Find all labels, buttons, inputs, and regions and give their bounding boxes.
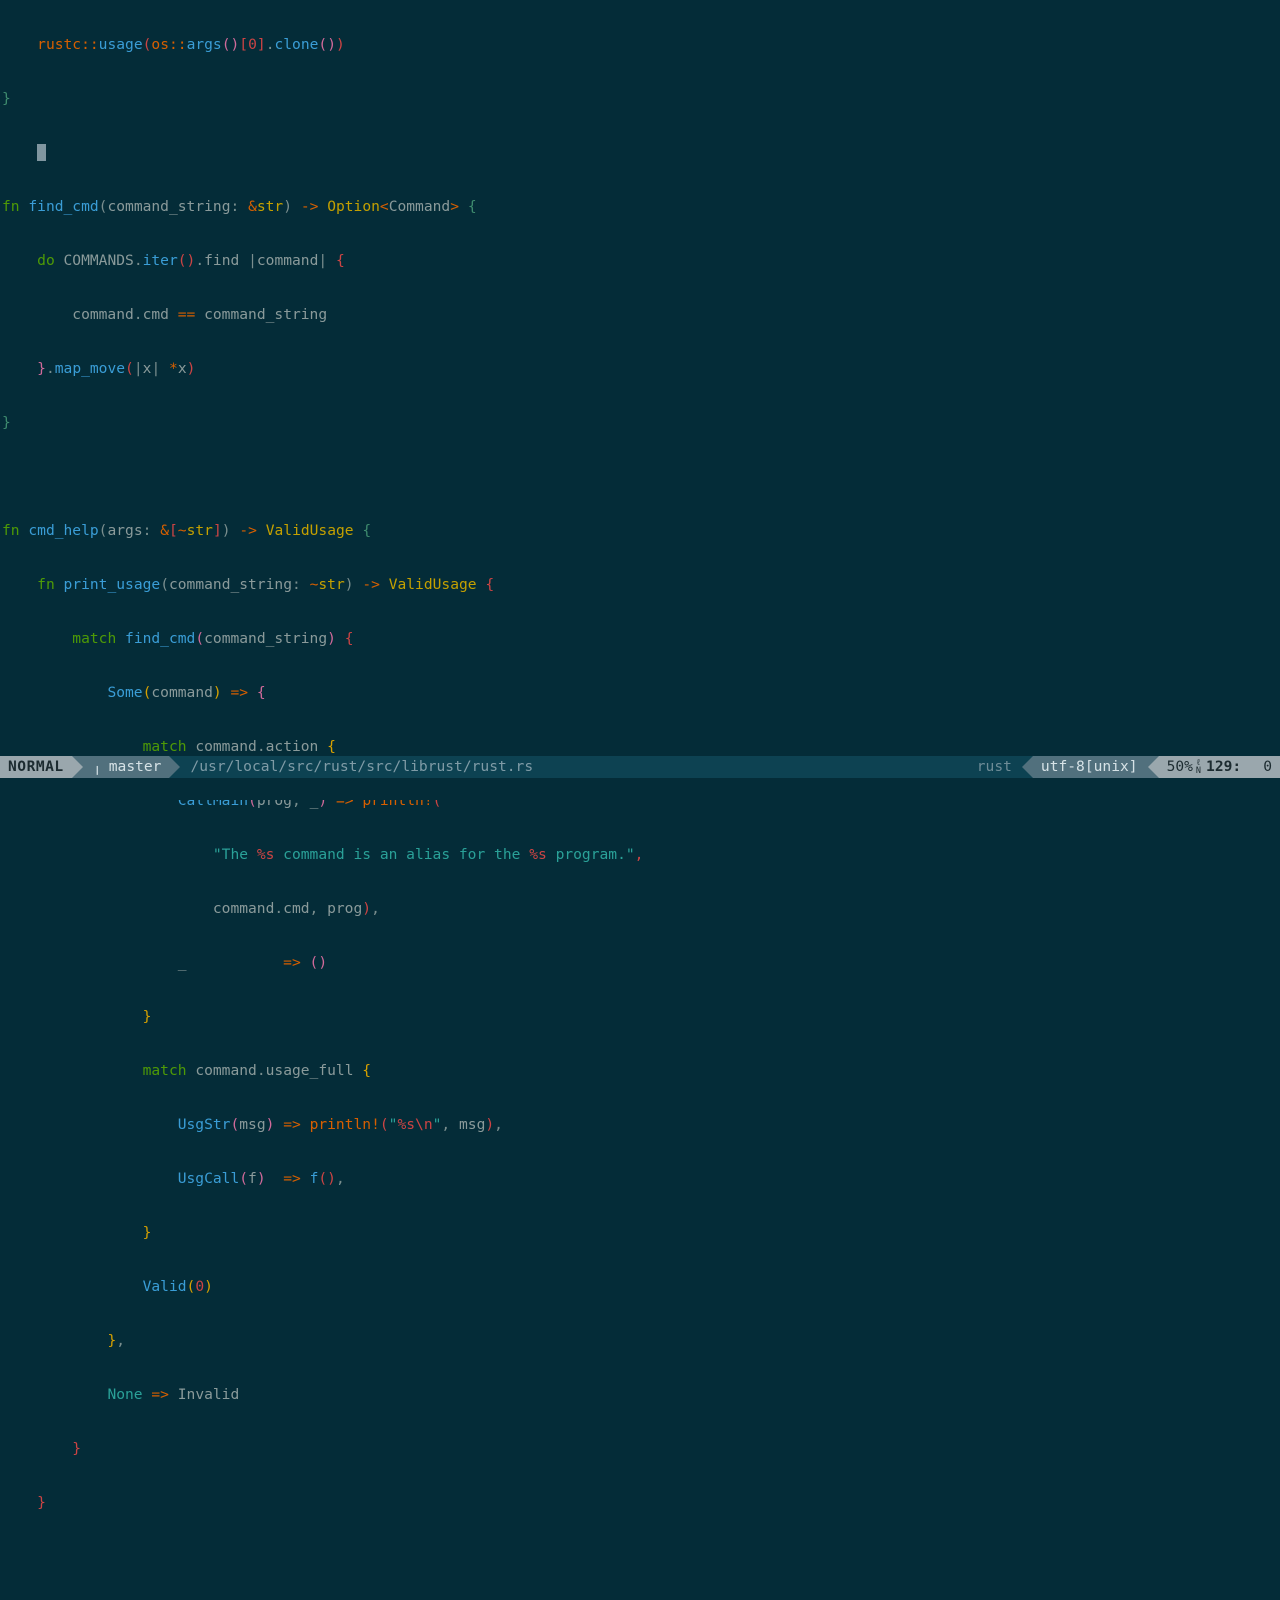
powerline-arrow-left-icon <box>1020 756 1033 778</box>
code-line: }.map_move(|x| *x) <box>0 360 1280 378</box>
status-filepath: /usr/local/src/rust/src/librust/rust.rs <box>182 756 541 778</box>
code-line: _ => () <box>0 954 1280 972</box>
status-percent-label: 50% <box>1167 756 1193 778</box>
airline-status-bar: NORMAL ╷ master /usr/local/src/rust/src/… <box>0 756 1280 778</box>
code-line: rustc::usage(os::args()[0].clone()) <box>0 36 1280 54</box>
code-line-cursor <box>0 144 1280 162</box>
git-branch-icon: ╷ <box>93 755 102 777</box>
code-line: } <box>0 1224 1280 1242</box>
code-line: } <box>0 414 1280 432</box>
code-line: fn find_cmd(command_string: &str) -> Opt… <box>0 198 1280 216</box>
code-line: }, <box>0 1332 1280 1350</box>
powerline-arrow-icon <box>72 756 85 778</box>
code-line: do COMMANDS.iter().find |command| { <box>0 252 1280 270</box>
code-line: fn cmd_help(args: &[~str]) -> ValidUsage… <box>0 522 1280 540</box>
status-column-label: 0 <box>1263 756 1272 778</box>
line-number-icon: ℓN <box>1196 759 1201 775</box>
code-line: } <box>0 1494 1280 1512</box>
code-line: command.cmd == command_string <box>0 306 1280 324</box>
status-branch-label: master <box>109 756 162 778</box>
status-encoding: utf-8[unix] <box>1033 756 1146 778</box>
code-line: match find_cmd(command_string) { <box>0 630 1280 648</box>
code-line: match command.usage_full { <box>0 1062 1280 1080</box>
editor-buffer[interactable]: rustc::usage(os::args()[0].clone()) } fn… <box>0 0 1280 756</box>
status-line-label: 129: <box>1206 756 1241 778</box>
code-line: UsgCall(f) => f(), <box>0 1170 1280 1188</box>
code-line: Valid(0) <box>0 1278 1280 1296</box>
code-line: None => Invalid <box>0 1386 1280 1404</box>
status-mode-label: NORMAL <box>8 756 64 778</box>
status-filepath-label: /usr/local/src/rust/src/librust/rust.rs <box>190 756 533 778</box>
status-position: 50% ℓN 129: 0 <box>1159 756 1280 778</box>
status-encoding-label: utf-8[unix] <box>1041 756 1138 778</box>
code-line: Some(command) => { <box>0 684 1280 702</box>
powerline-arrow-left-icon <box>1146 756 1159 778</box>
code-line: match command.action { <box>0 738 1280 756</box>
status-filetype: rust <box>969 756 1020 778</box>
code-line <box>0 468 1280 486</box>
text-cursor <box>37 144 46 161</box>
code-line <box>0 1548 1280 1566</box>
status-spacer <box>541 756 969 778</box>
code-line: "The %s command is an alias for the %s p… <box>0 846 1280 864</box>
code-line: } <box>0 1008 1280 1026</box>
command-line-area <box>0 778 1280 800</box>
code-line: } <box>0 1440 1280 1458</box>
code-line: UsgStr(msg) => println!("%s\n", msg), <box>0 1116 1280 1134</box>
code-line: command.cmd, prog), <box>0 900 1280 918</box>
code-line: fn print_usage(command_string: ~str) -> … <box>0 576 1280 594</box>
status-filetype-label: rust <box>977 756 1012 778</box>
status-branch: ╷ master <box>85 756 170 778</box>
vim-window: rustc::usage(os::args()[0].clone()) } fn… <box>0 0 1280 800</box>
code-line: } <box>0 90 1280 108</box>
status-mode: NORMAL <box>0 756 72 778</box>
powerline-arrow-icon <box>169 756 182 778</box>
